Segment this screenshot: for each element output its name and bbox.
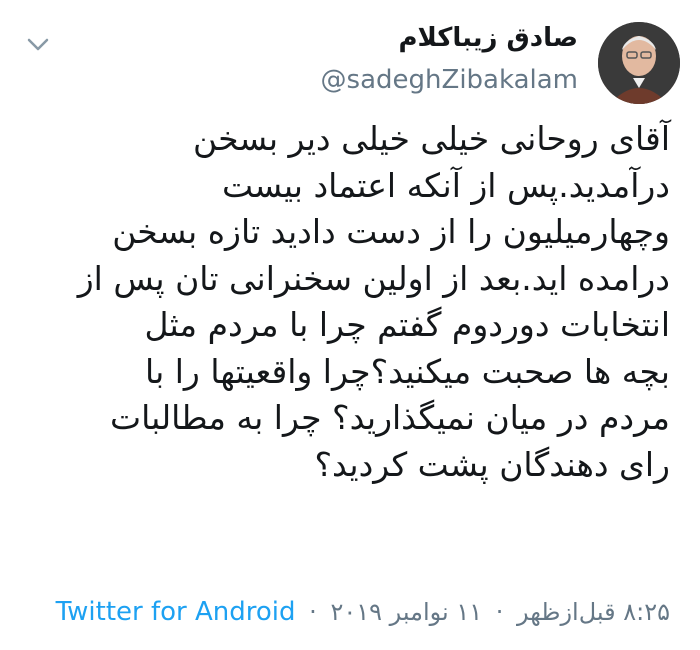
tweet-card: صادق زیباکلام @sadeghZibakalam آقای روحا… — [0, 0, 700, 650]
tweet-text-line: درامده اید.بعد از اولین سخنرانی تان پس ا… — [77, 258, 670, 298]
tweet-text-line: مردم در میان نمیگذارید؟ چرا به مطالبات — [110, 398, 670, 437]
avatar-image — [598, 22, 680, 104]
display-name[interactable]: صادق زیباکلام — [321, 20, 578, 56]
tweet-text-line: آقای روحانی خیلی خیلی دیر بسخن — [192, 119, 670, 158]
tweet-text-line: بچه ها صحبت میکنید؟چرا واقعیتها را با — [145, 351, 670, 391]
tweet-text-line: وچهارمیلیون را از دست دادید تازه بسخن — [112, 212, 670, 251]
author-names: صادق زیباکلام @sadeghZibakalam — [321, 20, 578, 100]
tweet-text-line: درآمدید.پس از آنکه اعتماد بیست — [221, 165, 670, 205]
tweet-text-line: رای دهندگان پشت کردید؟ — [314, 444, 670, 484]
tweet-meta: ۸:۲۵ قبل‌ازظهر · ۱۱ نوامبر ۲۰۱۹ · Twitte… — [56, 594, 670, 630]
user-handle[interactable]: @sadeghZibakalam — [321, 60, 578, 100]
tweet-text-line: انتخابات دوردوم گفتم چرا با مردم مثل — [144, 305, 670, 344]
tweet-source-link[interactable]: Twitter for Android — [56, 597, 296, 627]
tweet-time[interactable]: ۸:۲۵ قبل‌ازظهر — [517, 598, 670, 626]
tweet-text: آقای روحانی خیلی خیلی دیر بسخن درآمدید.پ… — [40, 116, 670, 488]
tweet-header: صادق زیباکلام @sadeghZibakalam — [14, 20, 686, 104]
tweet-date[interactable]: ۱۱ نوامبر ۲۰۱۹ — [330, 598, 482, 626]
meta-separator: · — [309, 598, 317, 626]
avatar[interactable] — [598, 22, 680, 104]
chevron-down-icon[interactable] — [22, 28, 54, 60]
meta-separator: · — [495, 598, 504, 626]
